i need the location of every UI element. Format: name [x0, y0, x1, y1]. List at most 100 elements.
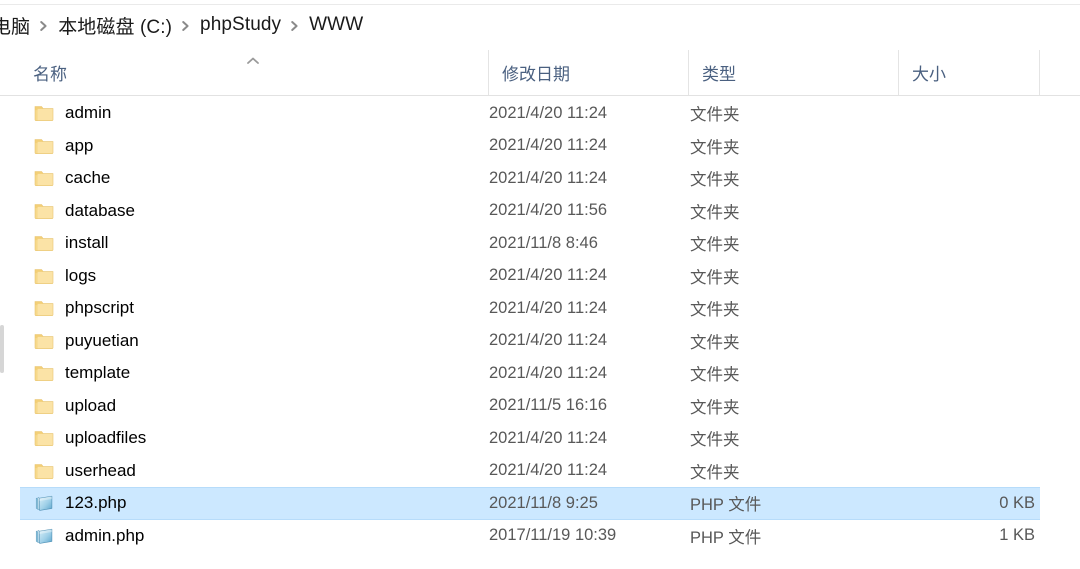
column-header-name-label: 名称: [33, 65, 67, 84]
table-row[interactable]: app 2021/4/20 11:24 文件夹: [0, 130, 1080, 163]
file-date-label: 2021/4/20 11:24: [489, 103, 608, 122]
file-name-cell[interactable]: cache: [33, 162, 488, 195]
table-row[interactable]: puyuetian 2021/4/20 11:24 文件夹: [0, 325, 1080, 358]
file-date-cell: 2021/4/20 11:24: [489, 292, 689, 325]
file-date-cell: 2017/11/19 10:39: [489, 520, 689, 553]
file-name-cell[interactable]: app: [33, 130, 488, 163]
file-size-cell: [890, 292, 1035, 325]
file-type-cell: 文件夹: [690, 422, 890, 455]
php-file-icon: [33, 525, 55, 547]
file-type-cell: 文件夹: [690, 455, 890, 488]
file-name-cell[interactable]: template: [33, 357, 488, 390]
file-name-label: 123.php: [65, 493, 127, 513]
column-header-date[interactable]: 修改日期: [488, 50, 688, 95]
folder-icon: [33, 232, 55, 254]
file-date-label: 2021/4/20 11:24: [489, 428, 608, 447]
file-name-cell[interactable]: admin.php: [33, 520, 488, 553]
table-row[interactable]: logs 2021/4/20 11:24 文件夹: [0, 260, 1080, 293]
file-name-cell[interactable]: userhead: [33, 455, 488, 488]
file-type-cell: 文件夹: [690, 195, 890, 228]
file-size-cell: [890, 390, 1035, 423]
breadcrumb-item-1[interactable]: 本地磁盘 (C:): [55, 10, 175, 41]
breadcrumb-item-0[interactable]: 电脑: [0, 10, 33, 41]
file-size-cell: 0 KB: [890, 487, 1035, 520]
file-size-cell: 1 KB: [890, 520, 1035, 553]
file-name-label: database: [65, 200, 135, 220]
column-header-size-label: 大小: [912, 65, 946, 84]
table-row[interactable]: install 2021/11/8 8:46 文件夹: [0, 227, 1080, 260]
table-row[interactable]: template 2021/4/20 11:24 文件夹: [0, 357, 1080, 390]
file-size-cell: [890, 325, 1035, 358]
file-name-label: app: [65, 135, 94, 155]
file-type-label: 文件夹: [690, 366, 740, 385]
breadcrumb-item-3[interactable]: WWW: [306, 12, 366, 38]
file-date-cell: 2021/4/20 11:24: [489, 130, 689, 163]
file-type-cell: 文件夹: [690, 260, 890, 293]
folder-icon: [33, 200, 55, 222]
table-row[interactable]: uploadfiles 2021/4/20 11:24 文件夹: [0, 422, 1080, 455]
file-type-label: 文件夹: [690, 203, 740, 222]
file-name-label: upload: [65, 395, 117, 415]
file-date-cell: 2021/4/20 11:24: [489, 357, 689, 390]
table-row[interactable]: phpscript 2021/4/20 11:24 文件夹: [0, 292, 1080, 325]
file-date-cell: 2021/11/8 8:46: [489, 227, 689, 260]
file-size-cell: [890, 260, 1035, 293]
window-top-strip: [0, 0, 1080, 5]
file-size-cell: [890, 97, 1035, 130]
folder-icon: [33, 102, 55, 124]
file-type-cell: PHP 文件: [690, 520, 890, 553]
file-type-cell: 文件夹: [690, 390, 890, 423]
table-row[interactable]: 123.php 2021/11/8 9:25 PHP 文件 0 KB: [0, 487, 1080, 520]
file-name-cell[interactable]: logs: [33, 260, 488, 293]
file-list[interactable]: admin 2021/4/20 11:24 文件夹 app 2021/4/20 11:2…: [0, 97, 1080, 569]
file-date-cell: 2021/11/8 9:25: [489, 487, 689, 520]
file-date-label: 2021/11/8 9:25: [489, 493, 598, 512]
file-date-label: 2021/4/20 11:56: [489, 201, 608, 220]
table-row[interactable]: cache 2021/4/20 11:24 文件夹: [0, 162, 1080, 195]
file-date-label: 2021/11/8 8:46: [489, 233, 598, 252]
folder-icon: [33, 135, 55, 157]
file-size-label: 1 KB: [999, 526, 1035, 545]
table-row[interactable]: admin 2021/4/20 11:24 文件夹: [0, 97, 1080, 130]
file-type-label: PHP 文件: [690, 528, 762, 547]
file-name-cell[interactable]: upload: [33, 390, 488, 423]
file-name-label: userhead: [65, 460, 136, 480]
file-name-cell[interactable]: uploadfiles: [33, 422, 488, 455]
file-name-cell[interactable]: 123.php: [33, 487, 488, 520]
file-date-cell: 2021/4/20 11:24: [489, 260, 689, 293]
address-bar[interactable]: 电脑 本地磁盘 (C:) phpStudy WWW: [0, 6, 1080, 44]
file-name-label: puyuetian: [65, 330, 139, 350]
chevron-right-icon: [284, 20, 306, 32]
column-header-type[interactable]: 类型: [688, 50, 898, 95]
file-size-label: 0 KB: [999, 493, 1035, 512]
table-row[interactable]: upload 2021/11/5 16:16 文件夹: [0, 390, 1080, 423]
file-size-cell: [890, 162, 1035, 195]
table-row[interactable]: admin.php 2017/11/19 10:39 PHP 文件 1 KB: [0, 520, 1080, 553]
file-type-cell: 文件夹: [690, 227, 890, 260]
file-explorer-window: 电脑 本地磁盘 (C:) phpStudy WWW 名称 修改日期 类型 大小 adm…: [0, 0, 1080, 569]
file-type-label: 文件夹: [690, 106, 740, 125]
file-date-label: 2021/4/20 11:24: [489, 266, 608, 285]
breadcrumb[interactable]: 电脑 本地磁盘 (C:) phpStudy WWW: [0, 10, 366, 41]
file-name-cell[interactable]: install: [33, 227, 488, 260]
column-header-size[interactable]: 大小: [898, 50, 1040, 95]
file-name-cell[interactable]: database: [33, 195, 488, 228]
folder-icon: [33, 330, 55, 352]
file-size-cell: [890, 422, 1035, 455]
file-name-cell[interactable]: puyuetian: [33, 325, 488, 358]
chevron-right-icon: [175, 20, 197, 32]
file-type-label: 文件夹: [690, 138, 740, 157]
file-type-label: 文件夹: [690, 171, 740, 190]
file-type-cell: 文件夹: [690, 162, 890, 195]
folder-icon: [33, 460, 55, 482]
breadcrumb-item-2[interactable]: phpStudy: [197, 12, 284, 38]
column-header-name[interactable]: 名称: [20, 50, 488, 95]
table-row[interactable]: database 2021/4/20 11:56 文件夹: [0, 195, 1080, 228]
folder-icon: [33, 297, 55, 319]
file-name-cell[interactable]: phpscript: [33, 292, 488, 325]
file-date-cell: 2021/4/20 11:24: [489, 162, 689, 195]
table-row[interactable]: userhead 2021/4/20 11:24 文件夹: [0, 455, 1080, 488]
file-name-label: logs: [65, 265, 97, 285]
file-name-cell[interactable]: admin: [33, 97, 488, 130]
file-name-label: cache: [65, 168, 111, 188]
